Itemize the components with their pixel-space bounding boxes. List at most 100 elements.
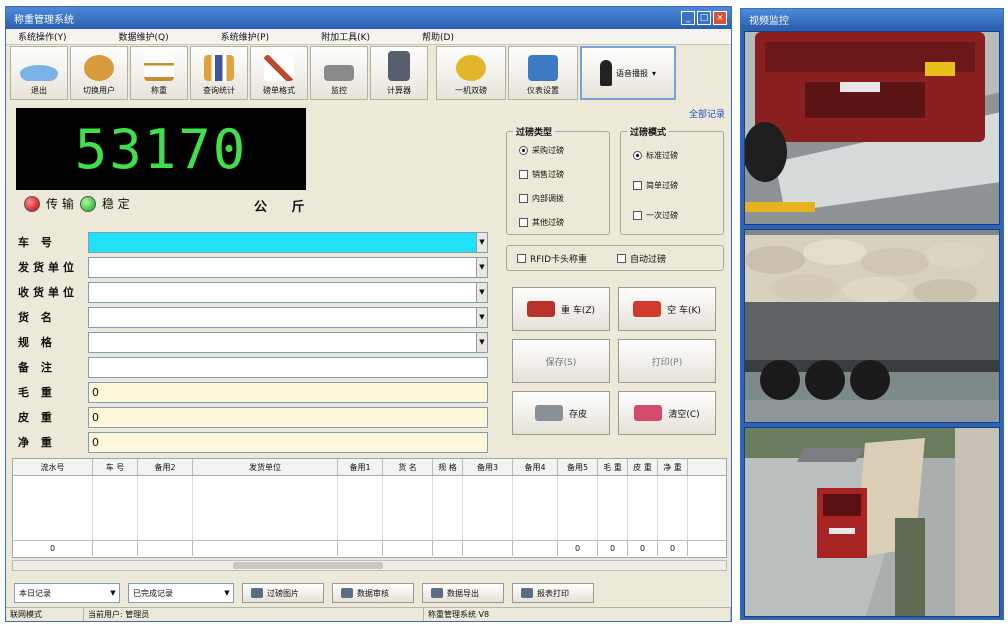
footer-cell — [383, 541, 433, 556]
camera-feed-3[interactable] — [744, 427, 1000, 617]
chevron-down-icon[interactable]: ▼ — [476, 307, 487, 327]
table-scrollbar[interactable] — [12, 560, 727, 571]
close-icon[interactable]: × — [713, 11, 727, 25]
col-spare4[interactable]: 备用4 — [513, 459, 558, 475]
calculator-button[interactable]: 计算器 — [370, 46, 428, 100]
menu-item-system[interactable]: 系统操作(Y) — [18, 30, 67, 43]
col-serial[interactable]: 流水号 — [13, 459, 93, 475]
weigh-mode-group: 过磅模式 标准过磅 简单过磅 一次过磅 — [620, 125, 724, 235]
net-label: 净 重 — [18, 436, 56, 449]
status-mode: 联网模式 — [6, 608, 84, 621]
chart-icon — [204, 55, 234, 81]
weigh-type-other[interactable]: 其他过磅 — [507, 210, 609, 234]
query-stats-button[interactable]: 查询统计 — [190, 46, 248, 100]
toolbar: 退出 切换用户 称重 查询统计 磅单格式 监控 计算器 一机双磅 仪表设置 语音… — [10, 46, 727, 104]
data-approve-button[interactable]: 数据审核 — [332, 583, 414, 603]
eraser-icon — [634, 405, 663, 421]
camera-feed-2[interactable] — [744, 229, 1000, 423]
stable-label: 稳 定 — [101, 197, 130, 211]
col-net[interactable]: 净 重 — [658, 459, 688, 475]
monitor-button[interactable]: 监控 — [310, 46, 368, 100]
goods-input[interactable]: ▼ — [88, 306, 488, 328]
camera-1-image — [745, 32, 999, 224]
auto-weigh-option[interactable]: 自动过磅 — [617, 252, 666, 265]
chevron-down-icon[interactable]: ▼ — [476, 257, 487, 277]
weigh-button[interactable]: 称重 — [130, 46, 188, 100]
footer-cell: 0 — [628, 541, 658, 556]
menu-item-help[interactable]: 帮助(D) — [422, 30, 454, 43]
save-button[interactable]: 保存(S) — [512, 339, 610, 383]
menu-item-data[interactable]: 数据维护(Q) — [119, 30, 169, 43]
col-goods[interactable]: 货 名 — [383, 459, 433, 475]
tare-weight-field[interactable]: 0 — [88, 406, 488, 428]
col-tare[interactable]: 皮 重 — [628, 459, 658, 475]
remark-input[interactable] — [88, 356, 488, 378]
spec-input[interactable]: ▼ — [88, 331, 488, 353]
receiver-input[interactable]: ▼ — [88, 281, 488, 303]
report-print-button[interactable]: 报表打印 — [512, 583, 594, 603]
data-export-button[interactable]: 数据导出 — [422, 583, 504, 603]
gross-label: 毛 重 — [18, 386, 56, 399]
all-records-link[interactable]: 全部记录 — [689, 107, 725, 120]
weigh-mode-once[interactable]: 一次过磅 — [621, 200, 723, 230]
weigh-mode-standard[interactable]: 标准过磅 — [621, 140, 723, 170]
receiver-label: 收货单位 — [18, 286, 78, 299]
weigh-mode-simple[interactable]: 简单过磅 — [621, 170, 723, 200]
date-filter-select[interactable]: 本日记录 ▼ — [14, 583, 120, 603]
maximize-icon[interactable]: □ — [697, 11, 711, 25]
col-plate[interactable]: 车 号 — [93, 459, 138, 475]
net-weight-field[interactable]: 0 — [88, 431, 488, 453]
exit-button[interactable]: 退出 — [10, 46, 68, 100]
exit-icon — [20, 65, 58, 81]
menu-item-maintenance[interactable]: 系统维护(P) — [221, 30, 269, 43]
scale-icon — [144, 55, 174, 81]
clear-button[interactable]: 清空(C) — [618, 391, 716, 435]
print-button[interactable]: 打印(P) — [618, 339, 716, 383]
dual-scale-button[interactable]: 一机双磅 — [436, 46, 506, 100]
col-spare1[interactable]: 备用1 — [338, 459, 383, 475]
status-filter-select[interactable]: 已完成记录 ▼ — [128, 583, 234, 603]
col-gross[interactable]: 毛 重 — [598, 459, 628, 475]
meter-settings-button[interactable]: 仪表设置 — [508, 46, 578, 100]
printer-icon — [521, 588, 533, 598]
weigh-type-purchase[interactable]: 采购过磅 — [507, 138, 609, 162]
window-title: 称重管理系统 — [14, 14, 74, 26]
col-spare2[interactable]: 备用2 — [138, 459, 193, 475]
voice-broadcast-button[interactable]: 语音播报 ▾ — [580, 46, 676, 100]
chevron-down-icon[interactable]: ▼ — [476, 232, 487, 252]
save-tare-button[interactable]: 存皮 — [512, 391, 610, 435]
rfid-option[interactable]: RFID卡头称重 — [517, 252, 587, 265]
footer-cell: 0 — [598, 541, 628, 556]
shipper-input[interactable]: ▼ — [88, 256, 488, 278]
weigh-type-internal[interactable]: 内部调拨 — [507, 186, 609, 210]
main-titlebar[interactable]: 称重管理系统 _ □ × — [6, 7, 731, 29]
radio-icon — [519, 145, 528, 155]
camera-feed-1[interactable] — [744, 31, 1000, 225]
weigh-type-sales[interactable]: 销售过磅 — [507, 162, 609, 186]
heavy-truck-button[interactable]: 重 车(Z) — [512, 287, 610, 331]
plate-input[interactable]: ▼ — [88, 231, 488, 253]
switch-user-button[interactable]: 切换用户 — [70, 46, 128, 100]
col-spare5[interactable]: 备用5 — [558, 459, 598, 475]
minimize-icon[interactable]: _ — [681, 11, 695, 25]
col-spec[interactable]: 规 格 — [433, 459, 463, 475]
checkbox-icon — [519, 217, 528, 227]
switch-user-icon — [84, 55, 114, 81]
col-shipper[interactable]: 发货单位 — [193, 459, 338, 475]
ticket-format-button[interactable]: 磅单格式 — [250, 46, 308, 100]
weigh-images-button[interactable]: 过磅图片 — [242, 583, 324, 603]
chevron-down-icon[interactable]: ▼ — [476, 282, 487, 302]
footer-cell — [463, 541, 513, 556]
shipper-label: 发货单位 — [18, 261, 78, 274]
scrollbar-thumb[interactable] — [233, 562, 383, 569]
gross-weight-field[interactable]: 0 — [88, 381, 488, 403]
menu-item-tools[interactable]: 附加工具(K) — [321, 30, 370, 43]
chevron-down-icon[interactable]: ▼ — [476, 332, 487, 352]
plate-label: 车 号 — [18, 236, 56, 249]
col-spare3[interactable]: 备用3 — [463, 459, 513, 475]
checkbox-icon — [517, 253, 526, 263]
footer-cell — [513, 541, 558, 556]
camera-titlebar[interactable]: 视频监控 — [741, 9, 1003, 29]
empty-truck-button[interactable]: 空 车(K) — [618, 287, 716, 331]
transmit-led-icon — [24, 195, 40, 212]
